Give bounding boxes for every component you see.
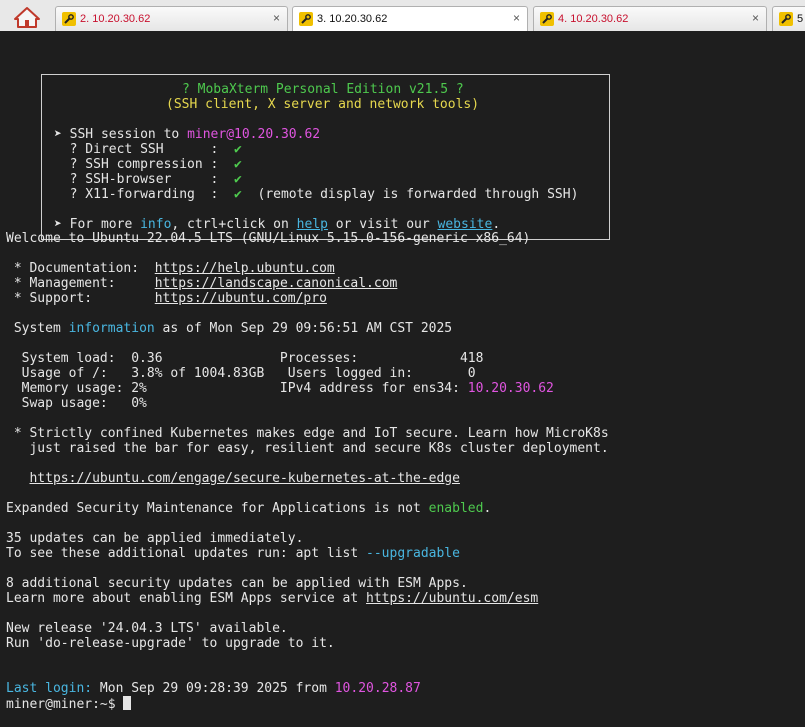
management-link[interactable]: https://landscape.canonical.com <box>155 276 398 291</box>
esm-link[interactable]: https://ubuntu.com/esm <box>366 591 538 606</box>
tab-bar: 2. 10.20.30.62 × 3. 10.20.30.62 × 4. 10.… <box>0 0 805 32</box>
tab-label: 2. 10.20.30.62 <box>80 13 151 25</box>
stat-swap: Swap usage: 0% <box>6 396 147 411</box>
esm-status-line: Expanded Security Maintenance for Applic… <box>6 501 492 516</box>
release-line-1: New release '24.04.3 LTS' available. <box>6 621 288 636</box>
sysinfo-line: System information as of Mon Sep 29 09:5… <box>6 321 453 336</box>
tab-close-button[interactable]: × <box>513 11 520 25</box>
ssh-session-line: ➤ SSH session to miner@10.20.30.62 <box>54 127 321 142</box>
stat-usage: Usage of /: 3.8% of 1004.83GB Users logg… <box>6 366 476 381</box>
tab-label: 3. 10.20.30.62 <box>317 13 388 25</box>
wrench-icon <box>62 12 76 26</box>
check-icon: ✔ <box>234 157 242 172</box>
updates-line-2: To see these additional updates run: apt… <box>6 546 460 561</box>
documentation-line: * Documentation: https://help.ubuntu.com <box>6 261 335 276</box>
shell-prompt[interactable]: miner@miner:~$ <box>6 696 132 712</box>
session-target: miner@10.20.30.62 <box>187 127 321 142</box>
feature-ssh-browser: ? SSH-browser : ✔ <box>54 172 242 187</box>
tab-session-3[interactable]: 3. 10.20.30.62 × <box>292 6 528 31</box>
support-line: * Support: https://ubuntu.com/pro <box>6 291 327 306</box>
k8s-line-2: just raised the bar for easy, resilient … <box>6 441 609 456</box>
tab-close-button[interactable]: × <box>273 11 280 25</box>
esm-apps-line-1: 8 additional security updates can be app… <box>6 576 468 591</box>
check-icon: ✔ <box>234 187 242 202</box>
release-line-2: Run 'do-release-upgrade' to upgrade to i… <box>6 636 335 651</box>
tab-session-5[interactable]: 5 <box>772 6 805 31</box>
feature-x11-forwarding: ? X11-forwarding : ✔ (remote display is … <box>54 187 579 202</box>
cursor <box>123 696 132 710</box>
tab-label: 5 <box>797 13 804 25</box>
esm-apps-line-2: Learn more about enabling ESM Apps servi… <box>6 591 539 606</box>
k8s-url-line: https://ubuntu.com/engage/secure-kuberne… <box>6 471 459 486</box>
check-icon: ✔ <box>234 172 242 187</box>
info-link[interactable]: info <box>140 217 171 232</box>
help-link[interactable]: help <box>297 217 328 232</box>
wrench-icon <box>299 12 313 26</box>
welcome-line: Welcome to Ubuntu 22.04.5 LTS (GNU/Linux… <box>6 231 531 246</box>
updates-line-1: 35 updates can be applied immediately. <box>6 531 304 546</box>
support-link[interactable]: https://ubuntu.com/pro <box>155 291 327 306</box>
wrench-icon <box>779 12 793 26</box>
home-tab[interactable] <box>12 6 42 28</box>
check-icon: ✔ <box>234 142 242 157</box>
wrench-icon <box>540 12 554 26</box>
terminal-area[interactable]: ? MobaXterm Personal Edition v21.5 ? (SS… <box>0 31 805 727</box>
management-line: * Management: https://landscape.canonica… <box>6 276 398 291</box>
stat-system-load: System load: 0.36 Processes: 418 <box>6 351 484 366</box>
tab-session-4[interactable]: 4. 10.20.30.62 × <box>533 6 767 31</box>
banner-subtitle: (SSH client, X server and network tools) <box>166 97 480 112</box>
tab-close-button[interactable]: × <box>752 11 759 25</box>
stat-memory: Memory usage: 2% IPv4 address for ens34:… <box>6 381 554 396</box>
more-info-line: ➤ For more info, ctrl+click on help or v… <box>54 217 501 232</box>
home-icon <box>14 7 40 28</box>
feature-direct-ssh: ? Direct SSH : ✔ <box>54 142 242 157</box>
k8s-link[interactable]: https://ubuntu.com/engage/secure-kuberne… <box>29 471 459 486</box>
k8s-line-1: * Strictly confined Kubernetes makes edg… <box>6 426 609 441</box>
documentation-link[interactable]: https://help.ubuntu.com <box>155 261 335 276</box>
website-link[interactable]: website <box>438 217 493 232</box>
tab-session-2[interactable]: 2. 10.20.30.62 × <box>55 6 288 31</box>
ipv4-address: 10.20.30.62 <box>467 381 554 396</box>
feature-ssh-compression: ? SSH compression : ✔ <box>54 157 242 172</box>
last-login-line: Last login: Mon Sep 29 09:28:39 2025 fro… <box>6 681 421 696</box>
banner-title: ? MobaXterm Personal Edition v21.5 ? <box>182 82 464 97</box>
tab-label: 4. 10.20.30.62 <box>558 13 629 25</box>
mobaxterm-banner: ? MobaXterm Personal Edition v21.5 ? (SS… <box>41 74 610 240</box>
